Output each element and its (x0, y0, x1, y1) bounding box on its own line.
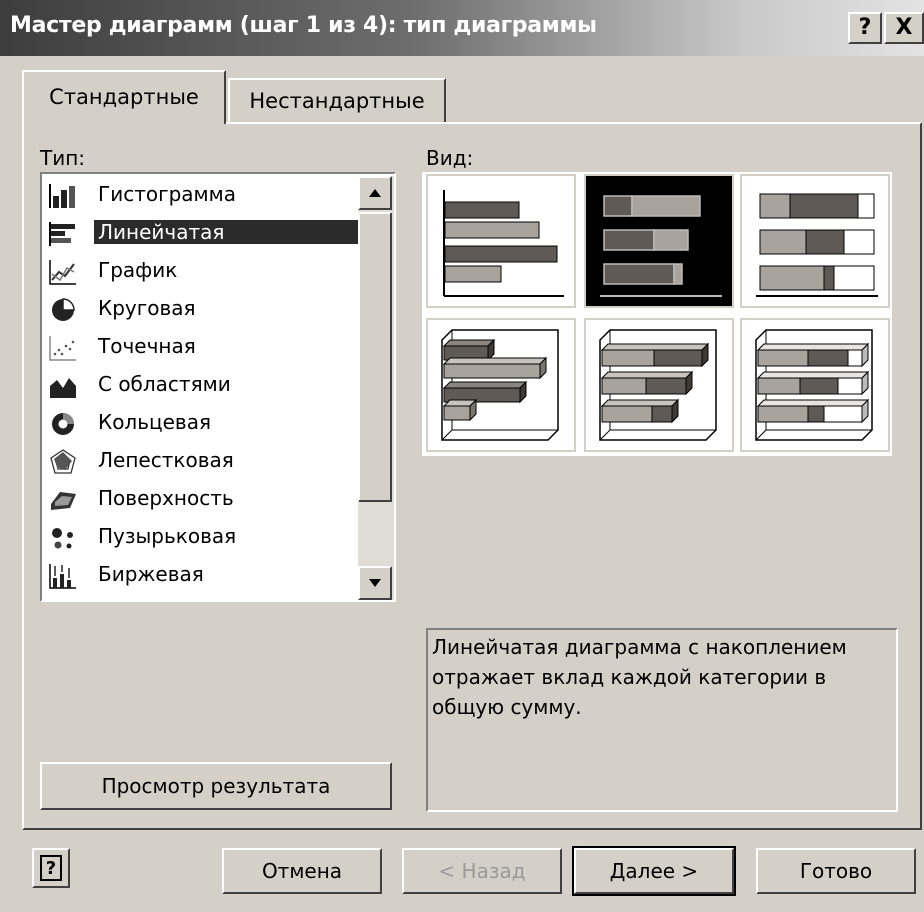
list-item-donut[interactable]: Кольцевая (46, 406, 356, 440)
chart-type-scrollbar[interactable] (358, 176, 394, 600)
chart-type-list[interactable]: Гистограмма Линейчатая График Круговая Т… (40, 172, 396, 602)
help-icon: ? (40, 855, 62, 881)
3d-stacked-bar-icon (599, 329, 717, 441)
stacked-bar-icon (600, 195, 722, 297)
help-button[interactable]: ? (32, 848, 70, 888)
cancel-button[interactable]: Отмена (222, 848, 382, 894)
scroll-down-button[interactable] (358, 566, 392, 600)
list-item-bar[interactable]: Линейчатая (46, 216, 358, 250)
stock-chart-icon (49, 564, 76, 589)
list-item-label: Точечная (98, 334, 196, 358)
tab-custom[interactable]: Нестандартные (228, 78, 446, 122)
list-item-column[interactable]: Гистограмма (46, 178, 356, 212)
list-item-label: Лепестковая (98, 448, 234, 472)
type-label: Тип: (40, 146, 86, 170)
arrow-down-icon (369, 579, 381, 587)
subtype-3d-stacked-bar[interactable] (584, 318, 734, 452)
area-chart-icon (50, 378, 76, 398)
next-button[interactable]: Далее > (572, 846, 736, 896)
clustered-bar-icon (443, 190, 564, 297)
subtype-grid (422, 172, 892, 456)
list-item-surface[interactable]: Поверхность (46, 482, 356, 516)
window-title: Мастер диаграмм (шаг 1 из 4): тип диагра… (10, 13, 597, 38)
surface-chart-icon (51, 492, 76, 510)
list-item-scatter[interactable]: Точечная (46, 330, 356, 364)
list-item-label: Поверхность (98, 486, 234, 510)
bubble-chart-icon (52, 528, 73, 549)
list-item-label: Кольцевая (98, 410, 211, 434)
subtype-stacked-bar[interactable] (584, 174, 734, 308)
list-item-label: Линейчатая (94, 220, 358, 244)
3d-100-stacked-bar-icon (755, 329, 873, 441)
subtype-description: Линейчатая диаграмма с накоплением отраж… (426, 628, 898, 812)
column-chart-icon (49, 184, 75, 208)
pie-chart-icon (52, 298, 75, 321)
subtype-3d-clustered-bar[interactable] (426, 318, 576, 452)
list-item-label: Биржевая (98, 562, 204, 586)
list-item-bubble[interactable]: Пузырьковая (46, 520, 356, 554)
list-item-label: Пузырьковая (98, 524, 237, 548)
preview-result-button[interactable]: Просмотр результата (40, 762, 392, 810)
arrow-up-icon (369, 189, 381, 197)
title-bar: Мастер диаграмм (шаг 1 из 4): тип диагра… (0, 0, 924, 56)
list-item-label: График (98, 258, 178, 282)
tab-standard[interactable]: Стандартные (22, 70, 226, 124)
list-item-pie[interactable]: Круговая (46, 292, 356, 326)
bar-chart-icon (49, 222, 75, 246)
list-item-label: Гистограмма (98, 182, 236, 206)
list-item-stock[interactable]: Биржевая (46, 558, 356, 592)
help-title-button[interactable]: ? (848, 12, 882, 44)
close-button[interactable]: X (884, 12, 924, 44)
list-item-line[interactable]: График (46, 254, 356, 288)
scatter-chart-icon (49, 336, 76, 361)
list-item-radar[interactable]: Лепестковая (46, 444, 356, 478)
radar-chart-icon (50, 449, 76, 474)
line-chart-icon (49, 260, 76, 285)
back-button[interactable]: < Назад (402, 848, 562, 894)
subtype-clustered-bar[interactable] (426, 174, 576, 308)
3d-clustered-bar-icon (441, 329, 559, 441)
list-item-label: Круговая (98, 296, 196, 320)
scroll-up-button[interactable] (358, 176, 392, 210)
subtype-100-stacked-bar[interactable] (740, 174, 890, 308)
finish-button[interactable]: Готово (756, 848, 916, 894)
donut-chart-icon (52, 413, 74, 435)
100-stacked-bar-icon (756, 193, 878, 297)
view-label: Вид: (426, 146, 474, 170)
list-item-area[interactable]: С областями (46, 368, 356, 402)
subtype-3d-100-stacked-bar[interactable] (740, 318, 890, 452)
list-item-label: С областями (98, 372, 231, 396)
